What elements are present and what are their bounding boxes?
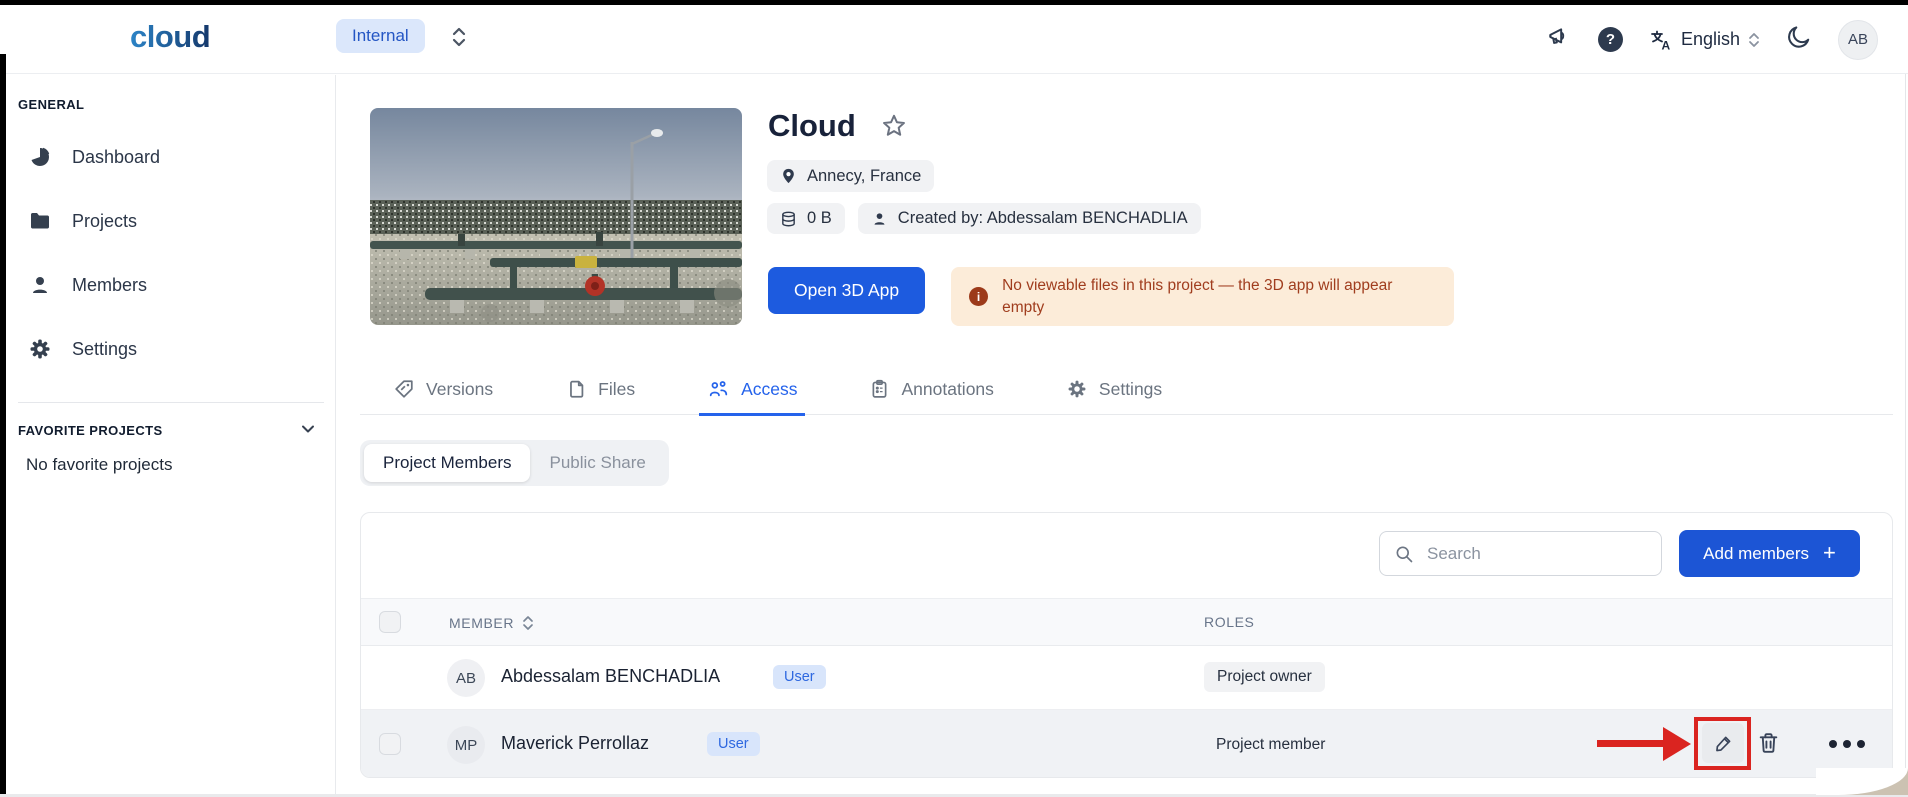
- person-icon: [28, 273, 52, 297]
- subtab-project-members[interactable]: Project Members: [364, 444, 530, 482]
- translate-icon: A: [1649, 28, 1673, 52]
- clipboard-icon: [869, 378, 890, 400]
- warning-text: No viewable files in this project — the …: [1002, 275, 1422, 318]
- person-icon: [871, 210, 888, 228]
- tab-files[interactable]: Files: [557, 378, 643, 414]
- search-input[interactable]: [1427, 544, 1627, 564]
- member-name: Maverick Perrollaz: [501, 733, 649, 754]
- member-role-text: Project member: [1216, 736, 1325, 754]
- member-type-badge: User: [773, 665, 826, 689]
- sidebar-item-members[interactable]: Members: [28, 273, 147, 297]
- table-header-row: MEMBER ROLES: [361, 598, 1893, 646]
- meta-row: 0 B Created by: Abdessalam BENCHADLIA: [767, 203, 1201, 234]
- location-pin-icon: [780, 166, 797, 186]
- delete-member-button[interactable]: [1756, 730, 1781, 759]
- member-row: AB Abdessalam BENCHADLIA User Project ow…: [361, 646, 1893, 710]
- warning-banner: i No viewable files in this project — th…: [951, 267, 1454, 326]
- sidebar-item-settings[interactable]: Settings: [28, 337, 137, 361]
- gear-icon: [28, 337, 52, 361]
- favorites-collapse-chevron-icon[interactable]: [298, 419, 318, 444]
- sidebar-item-dashboard[interactable]: Dashboard: [28, 145, 160, 169]
- workspace-badge[interactable]: Internal: [336, 19, 425, 53]
- tag-icon: [393, 378, 415, 400]
- plus-icon: +: [1823, 540, 1836, 566]
- project-tabs: Versions Files Access Ann: [360, 368, 1893, 415]
- member-role-badge: Project owner: [1204, 662, 1325, 692]
- sidebar-section-general: GENERAL: [18, 97, 84, 112]
- sort-chevrons-icon: [522, 614, 534, 632]
- frame-right-line: [1905, 5, 1906, 795]
- frame-left-bar: [0, 54, 6, 797]
- member-name: Abdessalam BENCHADLIA: [501, 666, 720, 687]
- access-people-icon: [707, 378, 730, 400]
- open-3d-app-button[interactable]: Open 3D App: [768, 267, 925, 314]
- search-box: [1379, 531, 1662, 576]
- tab-versions[interactable]: Versions: [385, 378, 501, 414]
- select-all-checkbox[interactable]: [379, 611, 401, 633]
- workspace-selector-chevrons-icon[interactable]: [451, 25, 467, 54]
- column-header-member[interactable]: MEMBER: [449, 614, 534, 632]
- favorites-empty-text: No favorite projects: [26, 455, 172, 475]
- more-actions-button[interactable]: [1827, 738, 1867, 753]
- annotation-highlight-rect: [1694, 717, 1751, 770]
- search-icon: [1394, 544, 1414, 564]
- user-avatar[interactable]: AB: [1838, 20, 1878, 60]
- database-icon: [780, 210, 797, 228]
- language-label: English: [1681, 29, 1740, 50]
- sidebar-section-favorites: FAVORITE PROJECTS: [18, 423, 163, 438]
- app-window: cloud Internal ? A English: [0, 0, 1908, 797]
- dark-mode-icon[interactable]: [1786, 24, 1812, 55]
- ellipsis-icon: [1827, 738, 1867, 750]
- add-members-button[interactable]: Add members +: [1679, 530, 1860, 577]
- app-logo[interactable]: cloud: [130, 19, 210, 55]
- tab-annotations[interactable]: Annotations: [861, 378, 1001, 414]
- sidebar-divider: [18, 402, 324, 403]
- topbar: cloud Internal ? A English: [6, 5, 1908, 74]
- file-icon: [565, 378, 587, 400]
- language-chevrons-icon: [1748, 31, 1760, 49]
- annotation-arrow-head-icon: [1663, 727, 1691, 761]
- svg-text:A: A: [1661, 38, 1670, 52]
- column-header-roles: ROLES: [1204, 614, 1254, 630]
- tab-settings[interactable]: Settings: [1058, 378, 1170, 414]
- tab-access[interactable]: Access: [699, 378, 805, 416]
- language-selector[interactable]: A English: [1649, 28, 1760, 52]
- location-row: Annecy, France: [767, 160, 934, 192]
- member-avatar: MP: [447, 726, 485, 764]
- sidebar: GENERAL Dashboard Projects Members: [6, 75, 336, 797]
- subtab-public-share[interactable]: Public Share: [530, 444, 664, 482]
- project-size-badge: 0 B: [767, 203, 845, 234]
- project-title-row: Cloud: [768, 108, 908, 144]
- page-title: Cloud: [768, 108, 856, 144]
- member-avatar: AB: [447, 659, 485, 697]
- created-by-badge: Created by: Abdessalam BENCHADLIA: [858, 203, 1201, 234]
- access-subtabs: Project Members Public Share: [360, 440, 669, 486]
- info-icon: i: [969, 287, 988, 306]
- project-thumbnail[interactable]: [370, 108, 742, 325]
- favorite-star-icon[interactable]: [880, 112, 908, 140]
- annotation-arrow-shaft: [1597, 740, 1664, 747]
- topbar-right-cluster: ? A English AB: [1546, 5, 1878, 74]
- folder-icon: [28, 209, 52, 233]
- location-badge: Annecy, France: [767, 160, 934, 192]
- dashboard-icon: [28, 145, 52, 169]
- project-actions-row: Open 3D App i No viewable files in this …: [768, 267, 1454, 326]
- help-icon[interactable]: ?: [1598, 27, 1623, 52]
- member-type-badge: User: [707, 732, 760, 756]
- announcements-icon[interactable]: [1546, 24, 1572, 55]
- sidebar-item-projects[interactable]: Projects: [28, 209, 137, 233]
- gear-icon: [1066, 378, 1088, 400]
- trash-icon: [1756, 730, 1781, 756]
- row-checkbox[interactable]: [379, 733, 401, 755]
